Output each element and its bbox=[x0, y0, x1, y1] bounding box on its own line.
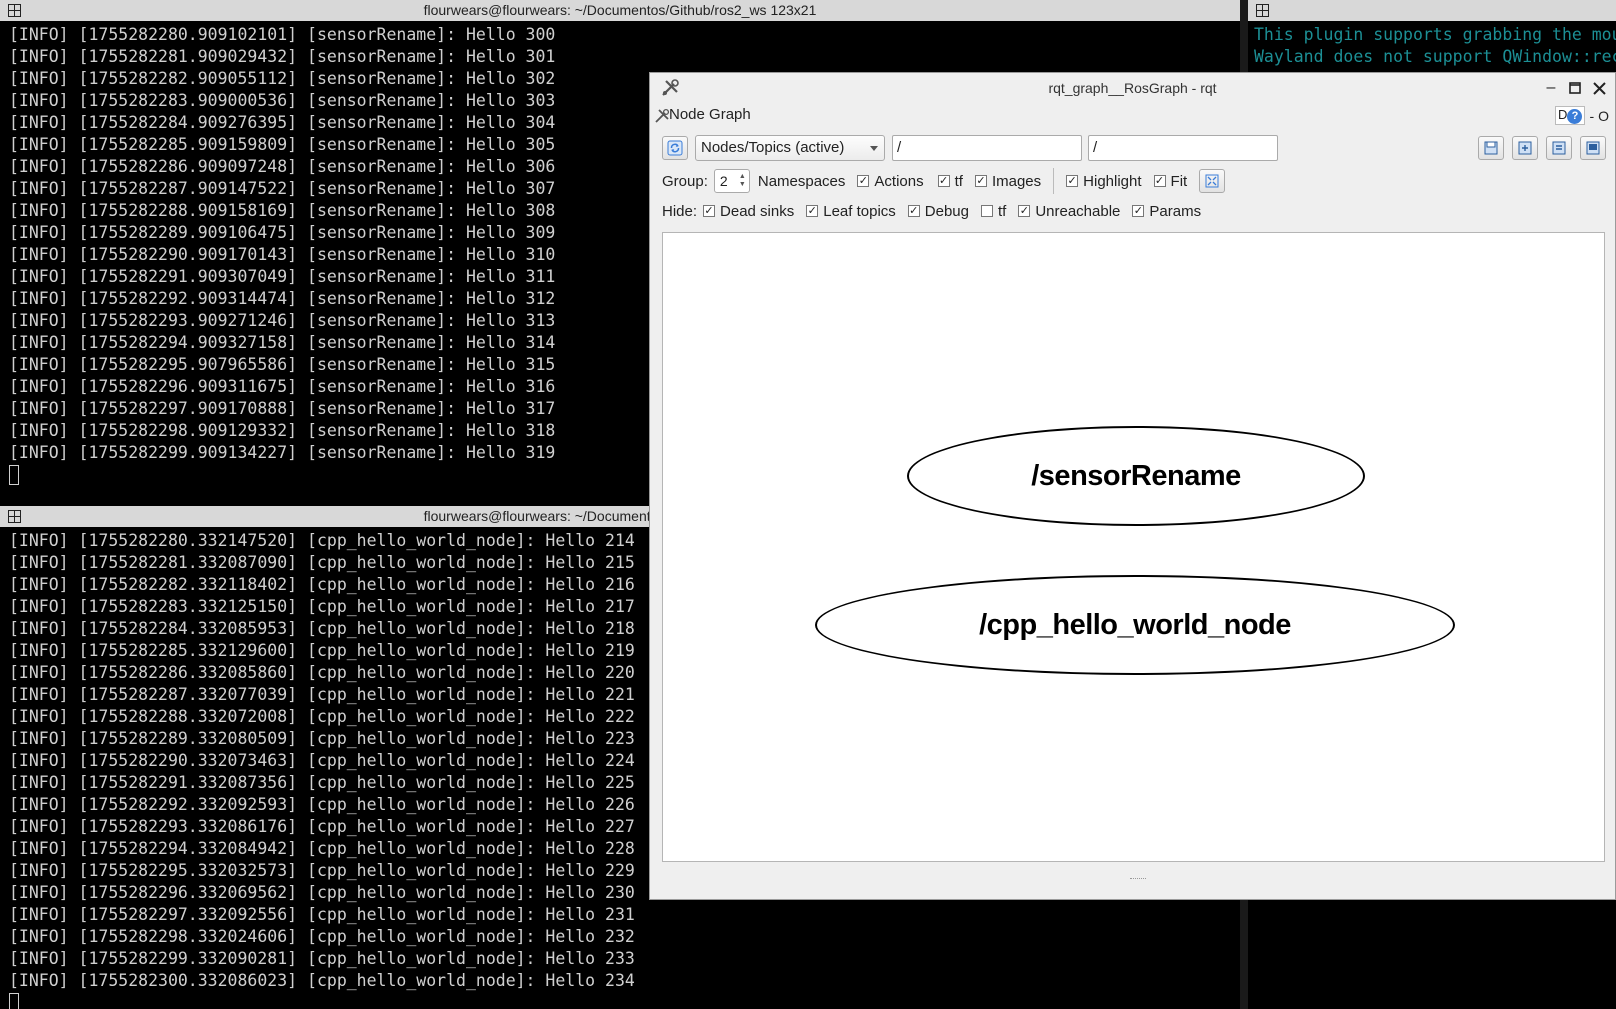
actions-label: Actions bbox=[874, 172, 924, 190]
terminal-right-titlebar bbox=[1248, 0, 1616, 21]
terminal-top-titlebar: flourwears@flourwears: ~/Documentos/Gith… bbox=[0, 0, 1240, 21]
log-line: Wayland does not support QWindow::rec bbox=[1254, 47, 1616, 66]
hide-row: Hide: ✓ Dead sinks ✓ Leaf topics ✓ Debug… bbox=[662, 199, 1201, 223]
graph-canvas[interactable]: /sensorRename /cpp_hello_world_node bbox=[662, 232, 1605, 862]
chevron-down-icon bbox=[870, 146, 878, 151]
group-spinbox[interactable]: 2 ▲ ▼ bbox=[713, 169, 750, 193]
fit-checkbox[interactable]: ✓ bbox=[1153, 175, 1166, 187]
hide-tf-checkbox[interactable] bbox=[980, 205, 993, 217]
tf-checkbox[interactable]: ✓ bbox=[937, 175, 950, 187]
images-label: Images bbox=[991, 172, 1042, 190]
load-icon bbox=[1484, 141, 1498, 155]
log-line: [INFO] [1755282300.332086023] [cpp_hello… bbox=[9, 971, 635, 990]
save-svg-icon bbox=[1552, 141, 1566, 155]
terminal-split-icon[interactable] bbox=[8, 510, 21, 523]
options-row: Group: 2 ▲ ▼ Namespaces ✓ Actions ✓ tf ✓ I… bbox=[662, 167, 1226, 195]
namespace-filter-input[interactable]: / bbox=[892, 135, 1082, 161]
dock-button[interactable]: D? bbox=[1555, 106, 1586, 125]
hide-params-label: Params bbox=[1149, 202, 1202, 220]
hide-label: Hide: bbox=[662, 202, 698, 220]
spin-arrows-icon[interactable]: ▲ ▼ bbox=[739, 173, 746, 189]
text-cursor bbox=[9, 465, 19, 485]
highlight-label: Highlight bbox=[1083, 172, 1142, 190]
hide-tf-label: tf bbox=[997, 202, 1007, 220]
separator bbox=[1053, 168, 1055, 194]
log-line: [INFO] [1755282298.332024606] [cpp_hello… bbox=[9, 927, 635, 946]
rqt-window-title: rqt_graph__RosGraph - rqt bbox=[1048, 80, 1217, 96]
log-line: [INFO] [1755282297.332092556] [cpp_hello… bbox=[9, 905, 635, 924]
graph-node[interactable]: /cpp_hello_world_node bbox=[815, 575, 1455, 675]
topic-filter-input[interactable]: / bbox=[1088, 135, 1278, 161]
plugin-controls: D? - O bbox=[1555, 106, 1609, 125]
help-icon[interactable]: ? bbox=[1567, 109, 1583, 124]
plugin-tools-icon bbox=[655, 108, 670, 123]
actions-checkbox[interactable]: ✓ bbox=[857, 175, 870, 187]
minimize-icon[interactable]: – bbox=[1541, 78, 1561, 98]
group-label: Group: bbox=[662, 172, 708, 190]
save-dot-button[interactable] bbox=[1512, 136, 1538, 160]
dock-button-label: D bbox=[1558, 107, 1568, 122]
tf-label: tf bbox=[954, 172, 963, 190]
text-cursor bbox=[9, 993, 19, 1009]
maximize-icon[interactable] bbox=[1565, 78, 1585, 98]
fit-view-icon bbox=[1205, 174, 1219, 188]
hide-unreachable-label: Unreachable bbox=[1035, 202, 1121, 220]
hide-params-checkbox[interactable]: ✓ bbox=[1132, 205, 1145, 217]
graph-type-select[interactable]: Nodes/Topics (active) bbox=[695, 135, 885, 161]
close-icon[interactable] bbox=[1589, 78, 1609, 98]
hide-dead-sinks-label: Dead sinks bbox=[720, 202, 795, 220]
highlight-checkbox[interactable]: ✓ bbox=[1066, 175, 1079, 187]
resize-grip[interactable] bbox=[1130, 878, 1146, 881]
refresh-icon bbox=[667, 140, 683, 156]
plugin-header: Node Graph D? - O bbox=[650, 104, 1615, 128]
images-checkbox[interactable]: ✓ bbox=[974, 175, 987, 187]
refresh-button[interactable] bbox=[662, 136, 688, 160]
log-line: This plugin supports grabbing the mou bbox=[1254, 25, 1616, 44]
rqt-titlebar[interactable]: rqt_graph__RosGraph - rqt – bbox=[650, 73, 1615, 103]
load-dot-button[interactable] bbox=[1478, 136, 1504, 160]
save-dot-icon bbox=[1518, 141, 1532, 155]
rqt-window[interactable]: rqt_graph__RosGraph - rqt – Node Graph D… bbox=[649, 72, 1616, 900]
rqt-app-icon bbox=[662, 79, 679, 96]
graph-type-value: Nodes/Topics (active) bbox=[701, 139, 845, 156]
plugin-minimize-icon[interactable]: - bbox=[1589, 108, 1594, 124]
graph-toolbar: Nodes/Topics (active) / / bbox=[650, 134, 1615, 162]
namespaces-label: Namespaces bbox=[757, 172, 846, 190]
fit-label: Fit bbox=[1170, 172, 1188, 190]
save-image-icon bbox=[1586, 141, 1600, 155]
hide-leaf-topics-label: Leaf topics bbox=[823, 202, 896, 220]
hide-unreachable-checkbox[interactable]: ✓ bbox=[1018, 205, 1031, 217]
save-image-button[interactable] bbox=[1580, 136, 1606, 160]
fit-in-view-button[interactable] bbox=[1199, 169, 1226, 193]
group-value: 2 bbox=[719, 173, 728, 189]
hide-leaf-topics-checkbox[interactable]: ✓ bbox=[806, 205, 819, 217]
plugin-title: Node Graph bbox=[669, 106, 751, 123]
log-line: [INFO] [1755282299.332090281] [cpp_hello… bbox=[9, 949, 635, 968]
terminal-split-icon[interactable] bbox=[8, 4, 21, 17]
terminal-top-title: flourwears@flourwears: ~/Documentos/Gith… bbox=[423, 2, 817, 18]
hide-debug-label: Debug bbox=[924, 202, 969, 220]
log-line: [INFO] [1755282280.909102101] [sensorRen… bbox=[9, 25, 556, 44]
prompt-line[interactable] bbox=[9, 992, 1240, 1009]
window-controls: – bbox=[1541, 78, 1609, 98]
terminal-split-icon[interactable] bbox=[1256, 4, 1269, 17]
hide-debug-checkbox[interactable]: ✓ bbox=[907, 205, 920, 217]
hide-dead-sinks-checkbox[interactable]: ✓ bbox=[703, 205, 716, 217]
graph-node[interactable]: /sensorRename bbox=[907, 426, 1365, 526]
save-svg-button[interactable] bbox=[1546, 136, 1572, 160]
log-line: [INFO] [1755282281.909029432] [sensorRen… bbox=[9, 47, 556, 66]
plugin-close-icon[interactable]: O bbox=[1598, 108, 1609, 124]
